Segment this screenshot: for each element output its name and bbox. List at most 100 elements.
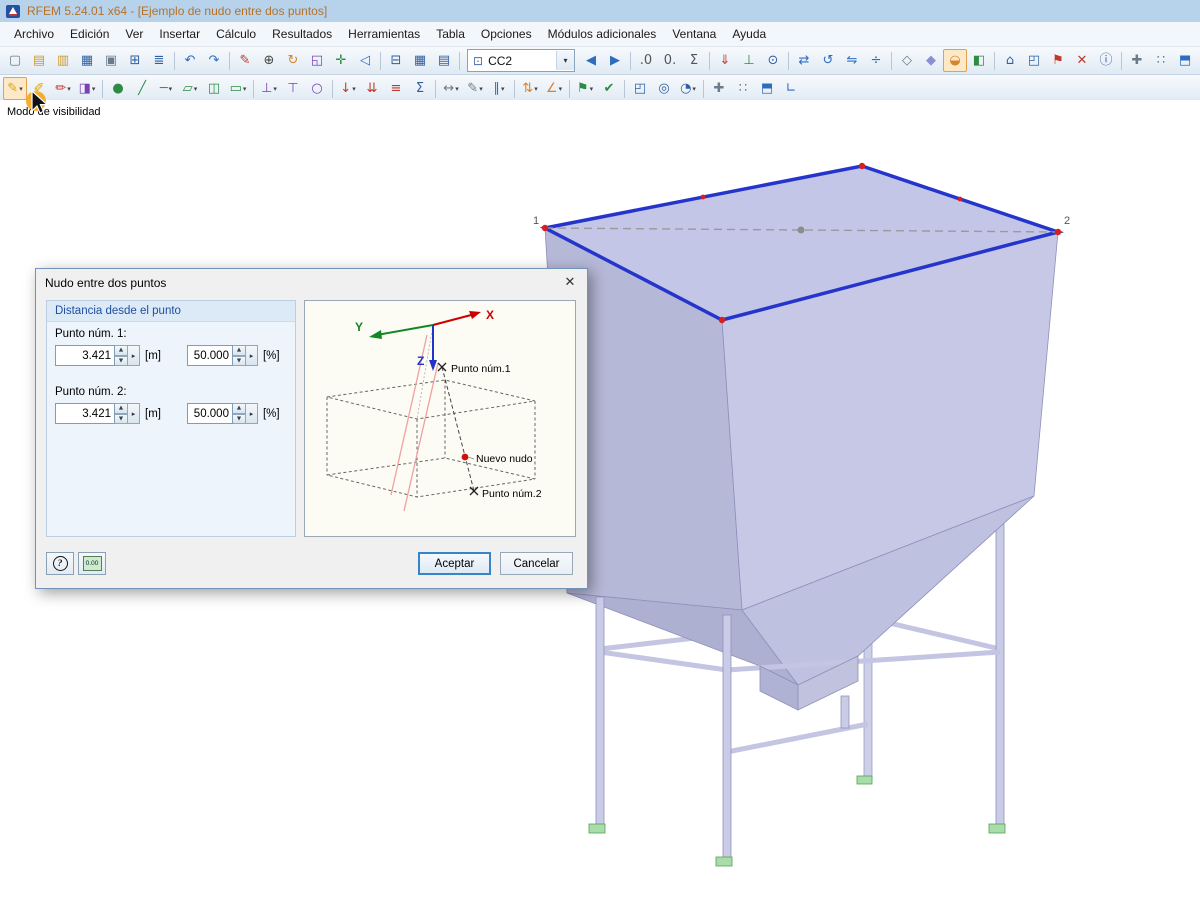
point1-percent-input[interactable]	[186, 345, 233, 366]
view-3d-icon[interactable]: ◰	[628, 77, 652, 100]
zoom-in-icon[interactable]: ⊕	[257, 49, 281, 72]
corner-node[interactable]	[541, 224, 549, 232]
line-support-icon[interactable]: ⊤	[281, 77, 305, 100]
member-hinge-icon[interactable]: ○	[305, 77, 329, 100]
rotate-objects-icon[interactable]: ↺	[816, 49, 840, 72]
silo-front-foot[interactable]	[715, 856, 733, 867]
dimension-icon[interactable]: ↔ ▾	[439, 77, 463, 100]
table-settings-icon[interactable]: ▤	[432, 49, 456, 72]
menu-insertar[interactable]: Insertar	[151, 23, 208, 45]
menu-tabla[interactable]: Tabla	[428, 23, 473, 45]
open-file-icon[interactable]: ▤	[27, 49, 51, 72]
point2-distance-options-icon[interactable]: ▸	[128, 403, 140, 424]
load-combination-icon[interactable]: Σ	[408, 77, 432, 100]
spin-up-icon[interactable]: ▲	[232, 345, 246, 356]
point2-percent-spinner[interactable]: ▲ ▼	[232, 403, 246, 424]
menu-ayuda[interactable]: Ayuda	[724, 23, 774, 45]
point1-percent-spinner[interactable]: ▲ ▼	[232, 345, 246, 366]
silo-front-brace-left[interactable]	[599, 649, 728, 673]
decimal-increase-icon[interactable]: .0	[634, 49, 658, 72]
new-member-icon[interactable]: ─ ▾	[154, 77, 178, 100]
menu-resultados[interactable]: Resultados	[264, 23, 340, 45]
visibility-by-window-icon[interactable]: ✐	[27, 77, 51, 100]
silo-right-leg[interactable]	[995, 504, 1005, 826]
redo-icon[interactable]: ↷	[202, 49, 226, 72]
calculator-button[interactable]: 0.00	[78, 552, 106, 575]
silo-back-foot[interactable]	[856, 775, 873, 785]
partial-view-icon[interactable]: ◨ ▾	[75, 77, 99, 100]
silo-right-foot[interactable]	[988, 823, 1006, 834]
pan-view-icon[interactable]: ✛	[329, 49, 353, 72]
flag-icon[interactable]: ⚑	[1046, 49, 1070, 72]
clipping-plane-icon[interactable]: ◧	[967, 49, 991, 72]
rotate-view-icon[interactable]: ↻	[281, 49, 305, 72]
close-icon[interactable]: ✕	[555, 271, 585, 294]
view-in-x-icon[interactable]: ◰	[1022, 49, 1046, 72]
units-icon[interactable]: Σ	[682, 49, 706, 72]
cancel-button[interactable]: Cancelar	[500, 552, 573, 575]
member-load-icon[interactable]: ⇊	[360, 77, 384, 100]
zoom-extents-icon[interactable]: ◎	[652, 77, 676, 100]
info-icon[interactable]: ⓘ	[1094, 49, 1118, 72]
menu-archivo[interactable]: Archivo	[6, 23, 62, 45]
comment-tool-icon[interactable]: ✎ ▾	[463, 77, 487, 100]
delete-results-icon[interactable]: ✕	[1070, 49, 1094, 72]
point2-distance-input[interactable]	[55, 403, 115, 424]
model-canvas[interactable]: Modo de visibilidad 1 2 Nudo entre dos p…	[0, 100, 1200, 900]
printout-report-icon[interactable]: ≣	[147, 49, 171, 72]
spin-up-icon[interactable]: ▲	[115, 345, 128, 356]
show-numbering-icon[interactable]: ⊙	[761, 49, 785, 72]
solid-display-icon[interactable]: ◆	[919, 49, 943, 72]
guideline-icon[interactable]: ∥ ▾	[487, 77, 511, 100]
point2-percent-input[interactable]	[186, 403, 233, 424]
new-comment-icon[interactable]: ✎	[233, 49, 257, 72]
corner-node[interactable]	[718, 316, 726, 324]
new-solid-icon[interactable]: ◫	[202, 77, 226, 100]
zoom-window-icon[interactable]: ◱	[305, 49, 329, 72]
corner-node[interactable]	[1054, 228, 1062, 236]
grid-settings-icon[interactable]: ∷	[1149, 49, 1173, 72]
spin-up-icon[interactable]: ▲	[232, 403, 246, 414]
new-line-icon[interactable]: ╱	[130, 77, 154, 100]
menu-ventana[interactable]: Ventana	[664, 23, 724, 45]
isometric-view-icon[interactable]: ⌂	[998, 49, 1022, 72]
previous-load-case-icon[interactable]: ◀	[579, 49, 603, 72]
spin-down-icon[interactable]: ▼	[115, 413, 128, 424]
undo-icon[interactable]: ↶	[178, 49, 202, 72]
render-mode-icon[interactable]: ◔ ▾	[676, 77, 700, 100]
mirror-objects-icon[interactable]: ⇋	[840, 49, 864, 72]
help-button[interactable]: ?	[46, 552, 74, 575]
print-icon[interactable]: ▣	[99, 49, 123, 72]
silo-left-foot[interactable]	[588, 823, 606, 834]
snap-icon[interactable]: ✚	[707, 77, 731, 100]
nodal-support-icon[interactable]: ⊥ ▾	[257, 77, 281, 100]
measure-icon[interactable]: ∠ ▾	[542, 77, 566, 100]
table-view-icon[interactable]: ▦	[408, 49, 432, 72]
accept-button[interactable]: Aceptar	[418, 552, 491, 575]
check-model-icon[interactable]: ✔	[597, 77, 621, 100]
menu-herramientas[interactable]: Herramientas	[340, 23, 428, 45]
show-supports-icon[interactable]: ⊥	[737, 49, 761, 72]
new-node-icon[interactable]: ●	[106, 77, 130, 100]
new-node-preview-dot[interactable]	[797, 226, 805, 234]
generate-model-icon[interactable]: ⚑ ▾	[573, 77, 597, 100]
previous-view-icon[interactable]: ◁	[353, 49, 377, 72]
save-icon[interactable]: ▦	[75, 49, 99, 72]
point2-percent-options-icon[interactable]: ▸	[245, 403, 258, 424]
edge-node[interactable]	[957, 196, 963, 202]
point1-distance-input[interactable]	[55, 345, 115, 366]
copy-picture-icon[interactable]: ⊞	[123, 49, 147, 72]
next-load-case-icon[interactable]: ▶	[603, 49, 627, 72]
spin-down-icon[interactable]: ▼	[232, 413, 246, 424]
nodal-load-icon[interactable]: ↓ ▾	[336, 77, 360, 100]
coordinate-system-icon[interactable]: ∟	[779, 77, 803, 100]
show-loads-icon[interactable]: ⇓	[713, 49, 737, 72]
wireframe-display-icon[interactable]: ◇	[895, 49, 919, 72]
point1-percent-options-icon[interactable]: ▸	[245, 345, 258, 366]
dialog-titlebar[interactable]: Nudo entre dos puntos	[36, 269, 587, 296]
combo-dropdown-icon[interactable]: ▾	[556, 51, 574, 70]
point2-distance-spinner[interactable]: ▲ ▼	[115, 403, 128, 424]
menu-ver[interactable]: Ver	[117, 23, 151, 45]
new-opening-icon[interactable]: ▭ ▾	[226, 77, 250, 100]
point1-distance-options-icon[interactable]: ▸	[128, 345, 140, 366]
